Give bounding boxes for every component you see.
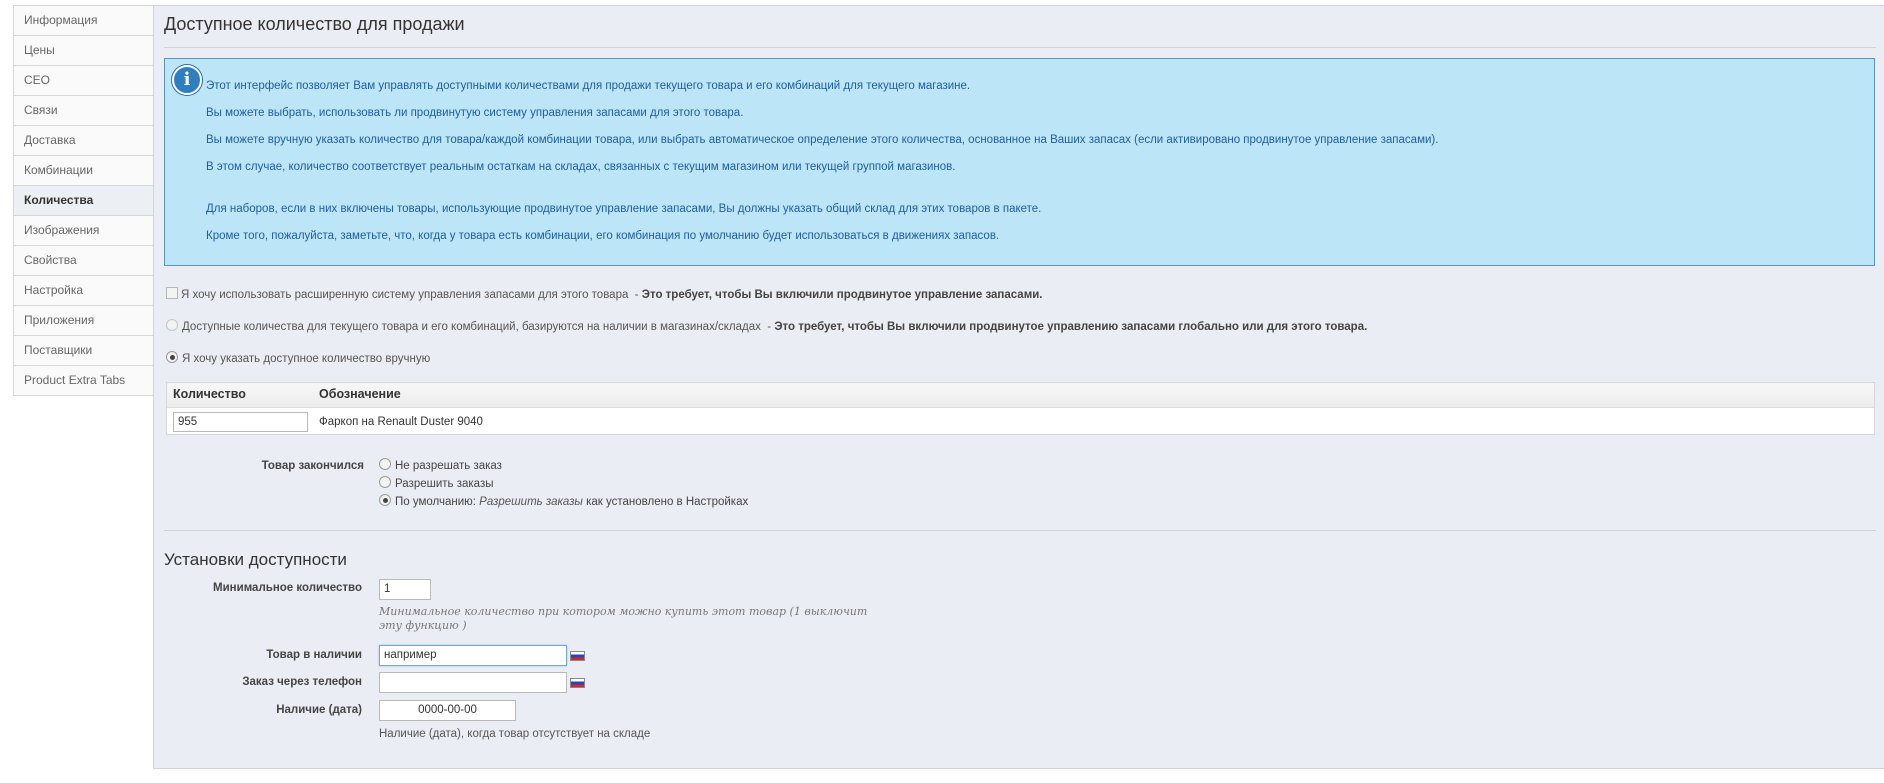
default-orders-radio[interactable]: [379, 494, 391, 506]
out-of-stock-label: Товар закончился: [261, 460, 364, 472]
sidebar-item-customization[interactable]: Настройка: [13, 276, 154, 306]
info-line: Вы можете выбрать, использовать ли продв…: [206, 107, 744, 119]
manual-quantity-option: Я хочу указать доступное количество вруч…: [166, 351, 430, 365]
default-orders-italic: Разрешить заказы: [479, 496, 583, 508]
column-header-quantity: Количество: [173, 387, 246, 401]
title-divider: [164, 47, 1876, 48]
sidebar-item-suppliers[interactable]: Поставщики: [13, 336, 154, 366]
allow-orders-option: Разрешить заказы: [379, 476, 493, 490]
min-qty-hint: Минимальное количество при котором можно…: [379, 605, 868, 618]
sidebar-item-associations[interactable]: Связи: [13, 96, 154, 126]
available-date-hint: Наличие (дата), когда товар отсутствует …: [379, 728, 651, 740]
available-date-label: Наличие (дата): [276, 704, 362, 716]
sidebar-item-seo[interactable]: СЕО: [13, 66, 154, 96]
based-on-stock-radio[interactable]: [166, 319, 178, 331]
sidebar-item-information[interactable]: Информация: [13, 5, 154, 36]
sidebar-item-product-extra-tabs[interactable]: Product Extra Tabs: [13, 366, 154, 396]
russian-flag-icon[interactable]: [570, 678, 585, 688]
product-tabs-sidebar: Информация Цены СЕО Связи Доставка Комби…: [13, 5, 154, 396]
sidebar-item-images[interactable]: Изображения: [13, 216, 154, 246]
based-on-stock-label: Доступные количества для текущего товара…: [182, 321, 761, 333]
default-orders-suffix: как установлено в Настройках: [586, 496, 749, 508]
allow-orders-radio[interactable]: [379, 476, 391, 488]
table-header: [167, 383, 1874, 408]
phone-order-input[interactable]: [379, 672, 567, 693]
advanced-stock-note: Это требует, чтобы Вы включили продвинут…: [641, 289, 1043, 301]
info-line: Для наборов, если в них включены товары,…: [206, 203, 1042, 215]
sidebar-item-shipping[interactable]: Доставка: [13, 126, 154, 156]
min-qty-hint-continued: эту функцию ): [379, 619, 467, 632]
product-name-cell: Фаркоп на Renault Duster 9040: [319, 416, 483, 428]
phone-order-label: Заказ через телефон: [242, 676, 362, 688]
page-title: Доступное количество для продажи: [164, 14, 465, 34]
sidebar-item-prices[interactable]: Цены: [13, 36, 154, 66]
info-line: Кроме того, пожалуйста, заметьте, что, к…: [206, 230, 1000, 242]
info-box: i Этот интерфейс позволяет Вам управлять…: [164, 58, 1875, 266]
sidebar-item-quantities[interactable]: Количества: [13, 186, 154, 216]
info-line: Вы можете вручную указать количество для…: [206, 134, 1439, 146]
column-header-name: Обозначение: [319, 387, 401, 401]
info-line: Этот интерфейс позволяет Вам управлять д…: [206, 80, 971, 92]
sidebar-item-features[interactable]: Свойства: [13, 246, 154, 276]
advanced-stock-checkbox[interactable]: [166, 287, 178, 299]
availability-section-title: Установки доступности: [164, 550, 347, 569]
info-icon: i: [172, 65, 202, 95]
manual-quantity-label: Я хочу указать доступное количество вруч…: [182, 353, 431, 365]
min-qty-label: Минимальное количество: [213, 582, 362, 594]
allow-orders-label: Разрешить заказы: [395, 478, 494, 490]
sidebar-item-combinations[interactable]: Комбинации: [13, 156, 154, 186]
quantity-table: Количество Обозначение 955 Фаркоп на Ren…: [166, 382, 1875, 435]
deny-orders-radio[interactable]: [379, 458, 391, 470]
advanced-stock-label: Я хочу использовать расширенную систему …: [181, 289, 629, 301]
quantity-input[interactable]: 955: [173, 412, 308, 432]
info-line: В этом случае, количество соответствует …: [206, 161, 956, 173]
based-on-stock-option: Доступные количества для текущего товара…: [166, 319, 1367, 333]
in-stock-text-input[interactable]: например: [379, 645, 567, 666]
available-date-input[interactable]: 0000-00-00: [379, 700, 516, 721]
deny-orders-label: Не разрешать заказ: [395, 460, 502, 472]
manual-quantity-radio[interactable]: [166, 351, 178, 363]
sidebar-item-attachments[interactable]: Приложения: [13, 306, 154, 336]
min-qty-input[interactable]: 1: [379, 579, 431, 600]
advanced-stock-option: Я хочу использовать расширенную систему …: [166, 287, 1042, 301]
default-orders-option: По умолчанию: Разрешить заказы как устан…: [379, 494, 748, 508]
section-divider: [164, 530, 1876, 531]
in-stock-label: Товар в наличии: [266, 649, 362, 661]
quantities-panel: Доступное количество для продажи i Этот …: [153, 5, 1884, 769]
deny-orders-option: Не разрешать заказ: [379, 458, 502, 472]
based-on-stock-note: Это требует, чтобы Вы включили продвинут…: [774, 321, 1368, 333]
default-orders-prefix: По умолчанию:: [395, 496, 476, 508]
russian-flag-icon[interactable]: [570, 651, 585, 661]
